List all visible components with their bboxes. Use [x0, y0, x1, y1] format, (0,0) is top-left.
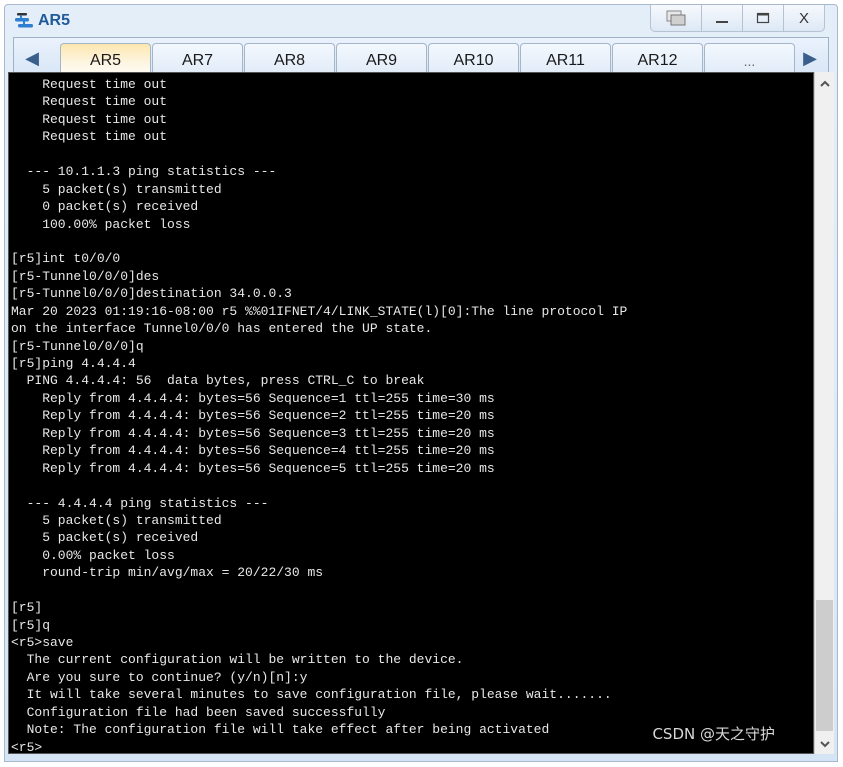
terminal-line: <r5>save	[11, 635, 74, 650]
scroll-down-button[interactable]	[815, 736, 834, 752]
terminal-line: 5 packet(s) transmitted	[11, 181, 222, 197]
tab-label: AR11	[546, 51, 585, 69]
window-controls: X	[650, 5, 825, 32]
terminal-line: Request time out	[11, 129, 168, 145]
terminal-line: Request time out	[11, 94, 168, 110]
terminal-line: Reply from 4.4.4.4: bytes=56 Sequence=3 …	[11, 425, 495, 441]
close-button[interactable]: X	[783, 5, 824, 31]
terminal-line: PING 4.4.4.4: 56 data bytes, press CTRL_…	[11, 373, 425, 389]
tab-label: ...	[743, 52, 756, 69]
terminal-line: on the interface Tunnel0/0/0 has entered…	[11, 321, 433, 337]
terminal-line: Are you sure to continue? (y/n)[n]:y	[11, 669, 308, 685]
terminal-line: [r5]ping 4.4.4.4	[11, 356, 136, 371]
restore-window-button[interactable]	[651, 5, 701, 31]
tab-label: AR12	[637, 51, 678, 69]
terminal-line: Configuration file had been saved succes…	[11, 704, 386, 720]
terminal-console[interactable]: Request time out Request time out Reques…	[8, 72, 814, 754]
scroll-up-button[interactable]	[815, 76, 834, 92]
terminal-line: 5 packet(s) received	[11, 530, 199, 546]
terminal-line: Reply from 4.4.4.4: bytes=56 Sequence=1 …	[11, 390, 495, 406]
router-topology-icon	[15, 13, 33, 28]
terminal-line: 5 packet(s) transmitted	[11, 512, 222, 528]
tab-label: AR7	[181, 51, 214, 69]
minimize-icon	[716, 21, 728, 23]
arrow-right-icon: ▶	[803, 47, 817, 68]
terminal-line: Mar 20 2023 01:19:16-08:00 r5 %%01IFNET/…	[11, 303, 628, 319]
terminal-line: [r5-Tunnel0/0/0]q	[11, 338, 144, 354]
terminal-line: Note: The configuration file will take e…	[11, 722, 550, 738]
close-icon: X	[798, 9, 809, 27]
tab-label: AR10	[453, 51, 494, 69]
terminal-line: --- 4.4.4.4 ping statistics ---	[11, 495, 269, 511]
terminal-line: [r5]	[11, 600, 43, 616]
tab-label: AR9	[365, 51, 398, 69]
maximize-button[interactable]	[742, 5, 783, 31]
arrow-left-icon: ◀	[25, 47, 39, 68]
window-title: AR5	[38, 12, 71, 29]
maximize-icon	[756, 12, 770, 24]
terminal-line: It will take several minutes to save con…	[11, 687, 612, 703]
terminal-line: [r5]q	[11, 617, 51, 633]
terminal-output: Request time out Request time out Reques…	[11, 76, 813, 754]
terminal-line: Request time out	[11, 77, 168, 92]
terminal-line: 0.00% packet loss	[11, 547, 175, 563]
scroll-thumb[interactable]	[816, 600, 833, 731]
terminal-line: Reply from 4.4.4.4: bytes=56 Sequence=4 …	[11, 443, 495, 459]
restore-icon	[666, 10, 686, 26]
terminal-line: round-trip min/avg/max = 20/22/30 ms	[11, 565, 324, 581]
terminal-line: --- 10.1.1.3 ping statistics ---	[11, 164, 277, 180]
terminal-line: [r5-Tunnel0/0/0]des	[11, 268, 160, 284]
terminal-scrollbar[interactable]	[814, 72, 834, 754]
terminal-line: 0 packet(s) received	[11, 199, 199, 215]
terminal-line: The current configuration will be writte…	[11, 652, 464, 668]
terminal-line: <r5>	[11, 739, 43, 754]
terminal-line: [r5-Tunnel0/0/0]destination 34.0.0.3	[11, 286, 292, 302]
chevron-up-icon	[819, 80, 830, 87]
device-tab-bar: ◀ AR5 AR7 AR8 AR9 AR10 AR11 AR12 ... ▶	[13, 37, 829, 77]
chevron-down-icon	[819, 741, 830, 748]
minimize-button[interactable]	[701, 5, 742, 31]
title-bar[interactable]: AR5 X	[5, 5, 837, 35]
tab-label: AR5	[89, 51, 122, 69]
terminal-line: [r5]int t0/0/0	[11, 251, 121, 267]
terminal-line: Reply from 4.4.4.4: bytes=56 Sequence=5 …	[11, 460, 495, 476]
tab-label: AR8	[273, 51, 306, 69]
terminal-line: Reply from 4.4.4.4: bytes=56 Sequence=2 …	[11, 408, 495, 424]
terminal-line: 100.00% packet loss	[11, 216, 191, 232]
terminal-line: Request time out	[11, 111, 168, 127]
